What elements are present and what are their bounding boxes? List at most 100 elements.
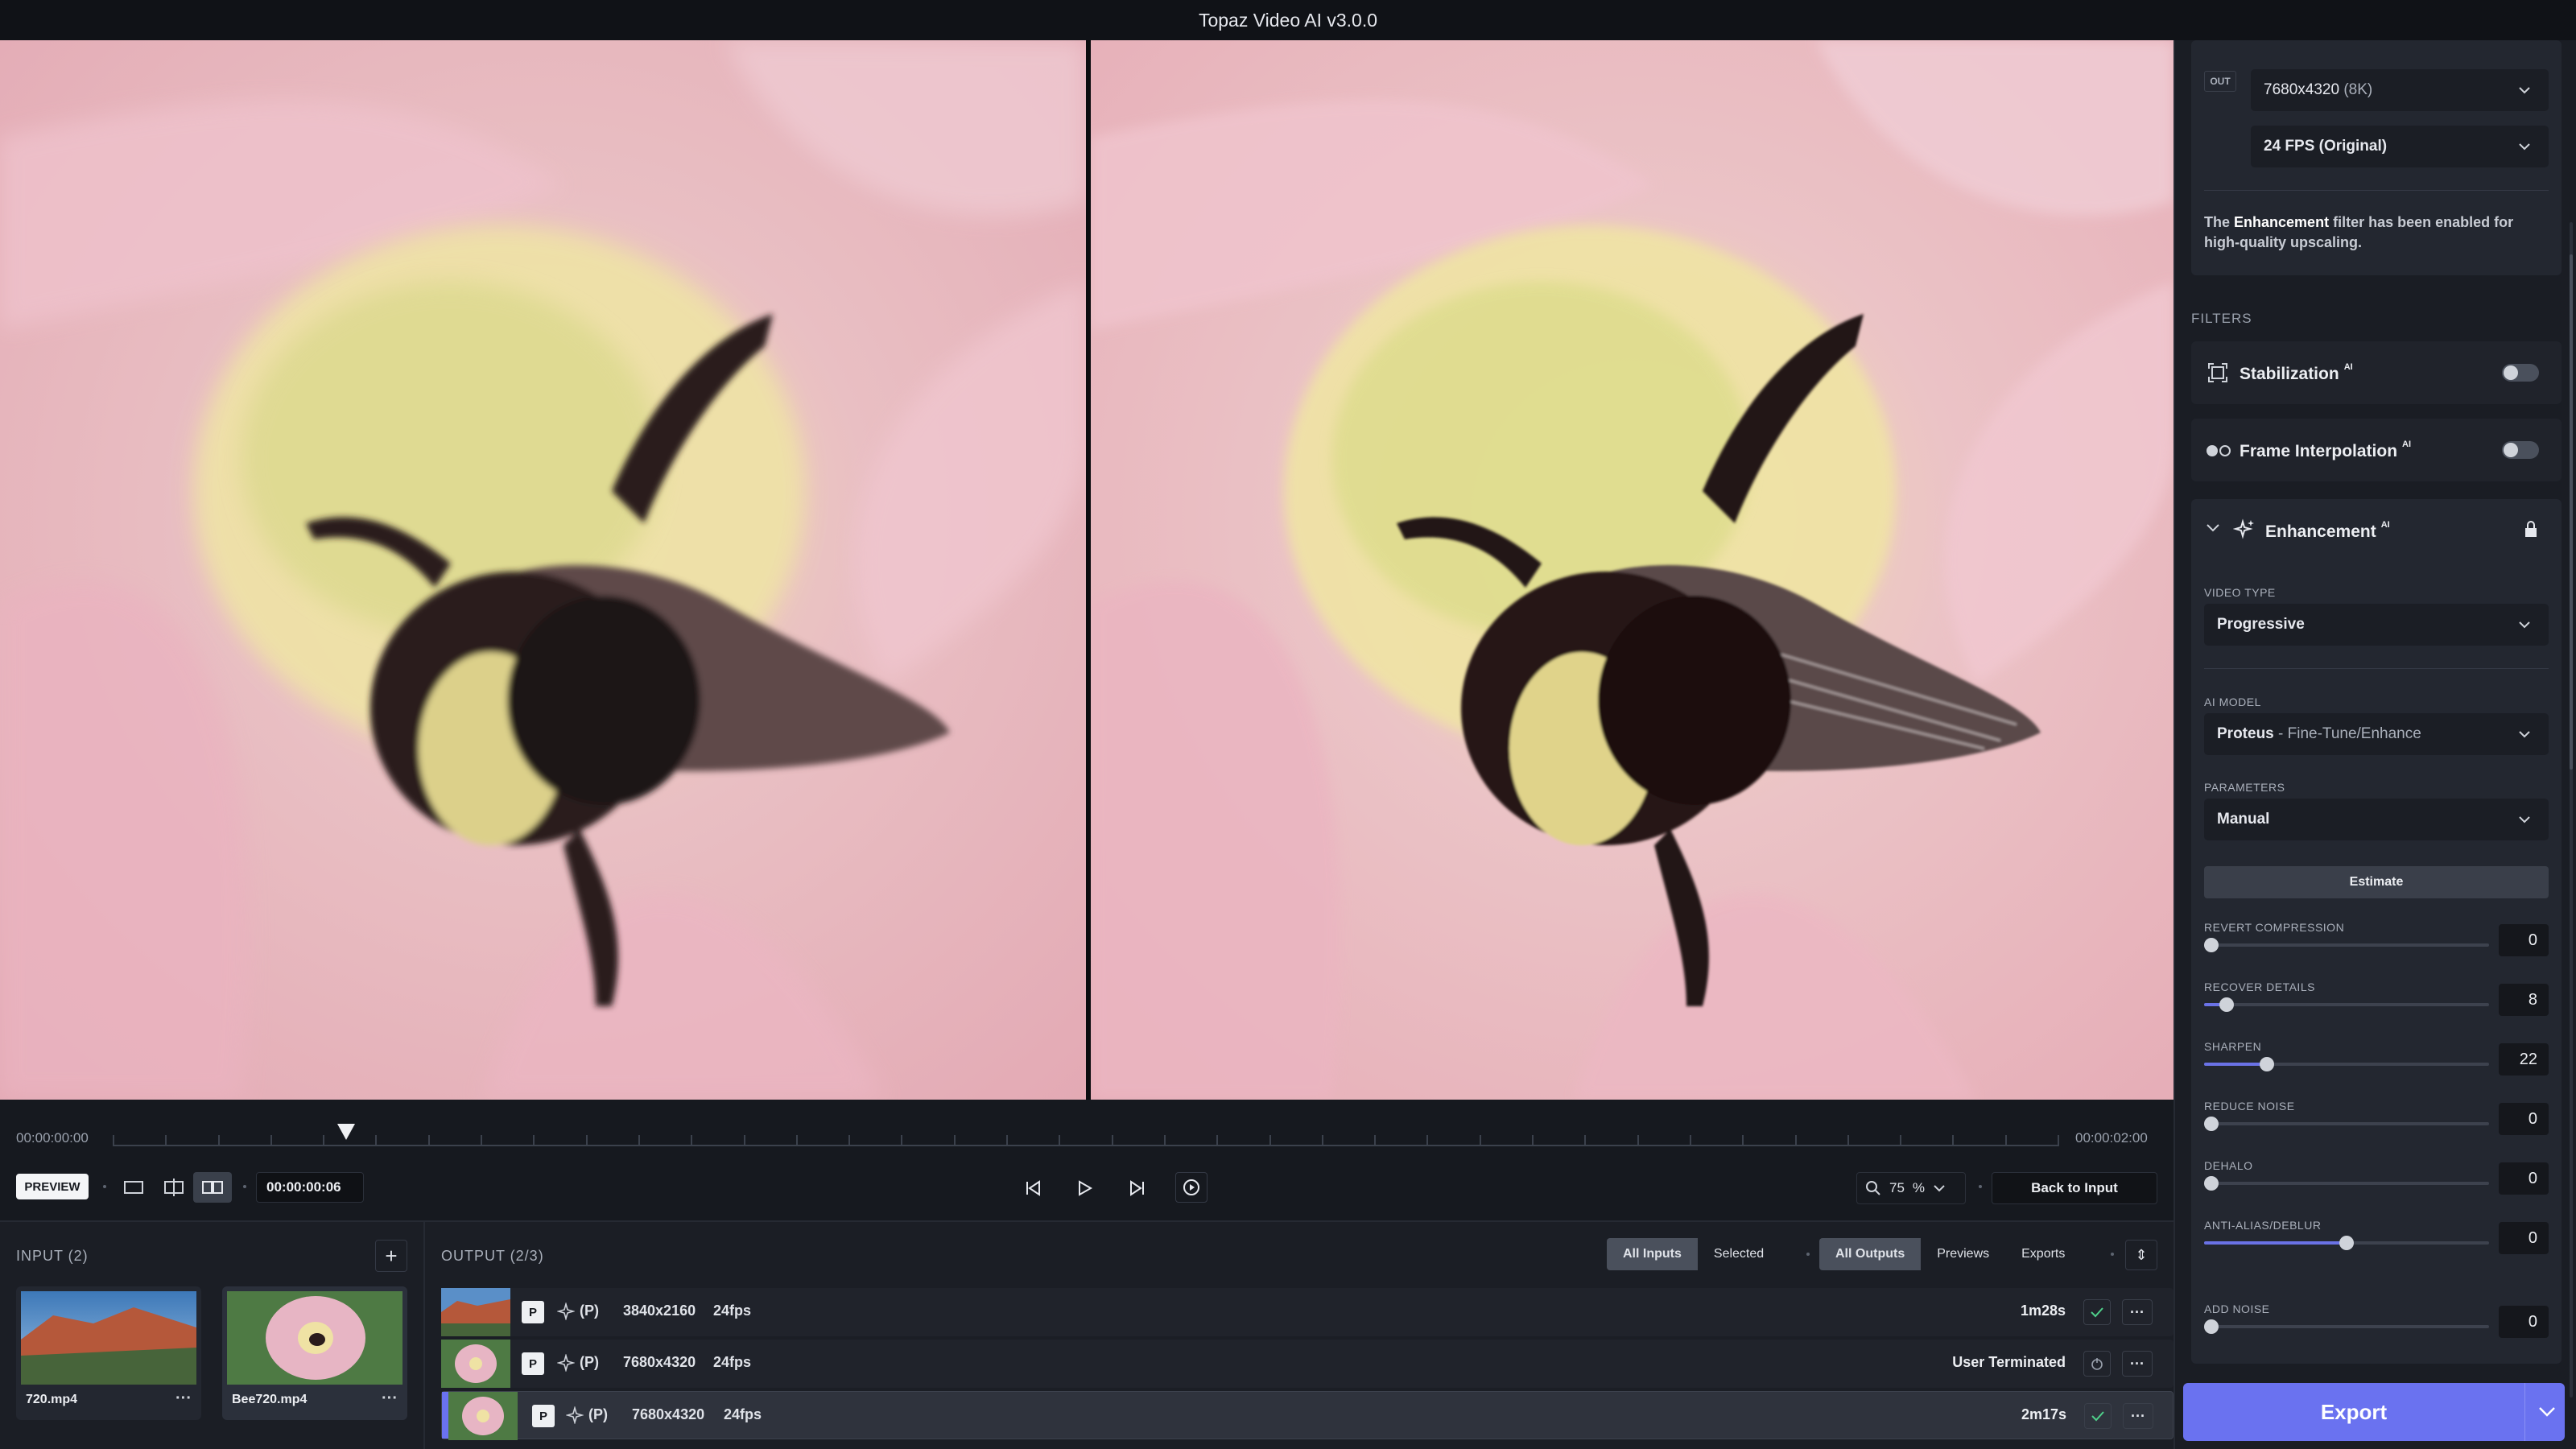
enhancement-card: Enhancement AI VIDEO TYPE Progressive AI … (2191, 499, 2562, 1364)
input-item-more-button[interactable]: ··· (382, 1389, 398, 1408)
output-more-button[interactable]: ··· (2123, 1403, 2153, 1429)
lock-icon[interactable] (2523, 520, 2539, 538)
output-more-button[interactable]: ··· (2122, 1299, 2153, 1325)
input-header: INPUT (2) (16, 1248, 89, 1264)
filter-selected[interactable]: Selected (1698, 1238, 1780, 1270)
timeline-tick (375, 1135, 377, 1146)
chevron-down-icon (1934, 1185, 1945, 1192)
slider-label: RECOVER DETAILS (2204, 980, 2315, 993)
output-thumbnail (448, 1392, 518, 1440)
filter-name: Frame Interpolation AI (2240, 440, 2412, 460)
frame-interpolation-toggle[interactable] (2502, 441, 2539, 459)
filter-previews[interactable]: Previews (1921, 1238, 2005, 1270)
estimate-button[interactable]: Estimate (2204, 866, 2549, 898)
fps-value: 24 FPS (Original) (2264, 138, 2388, 155)
slider-value-input[interactable]: 0 (2499, 1162, 2549, 1195)
slider-thumb[interactable] (2339, 1236, 2354, 1250)
input-thumbnail (227, 1291, 402, 1385)
slider-value-input[interactable]: 22 (2499, 1043, 2549, 1075)
timeline-tick (1584, 1135, 1586, 1146)
single-view-button[interactable] (114, 1172, 153, 1203)
slider-thumb[interactable] (2204, 938, 2219, 952)
output-settings-card: OUT 7680x4320 (8K) 24 FPS (Original) The… (2191, 40, 2562, 275)
preview-render-button[interactable] (1175, 1172, 1208, 1203)
filter-exports[interactable]: Exports (2005, 1238, 2081, 1270)
resolution-select[interactable]: 7680x4320 (8K) (2251, 69, 2549, 111)
slider-track[interactable] (2204, 938, 2489, 952)
filter-all-outputs[interactable]: All Outputs (1819, 1238, 1922, 1270)
play-button[interactable] (1067, 1172, 1101, 1204)
timeline-tick (1374, 1135, 1376, 1146)
video-type-select[interactable]: Progressive (2204, 604, 2549, 646)
output-mode: (P) (580, 1354, 599, 1370)
next-frame-button[interactable] (1121, 1172, 1154, 1204)
timeline: 00:00:00:00 00:00:02:00 PREVIEW 00:00:00… (0, 1100, 2174, 1220)
slider-value-input[interactable]: 8 (2499, 984, 2549, 1016)
slider-track[interactable] (2204, 997, 2489, 1012)
slider-track[interactable] (2204, 1319, 2489, 1334)
zoom-select[interactable]: 75 % (1856, 1172, 1966, 1204)
scrollbar-thumb[interactable] (2570, 254, 2573, 770)
split-view-button[interactable] (155, 1172, 193, 1203)
output-more-button[interactable]: ··· (2122, 1351, 2153, 1377)
playhead[interactable] (337, 1124, 355, 1140)
slider-value-input[interactable]: 0 (2499, 1103, 2549, 1135)
slider-thumb[interactable] (2204, 1117, 2219, 1131)
filter-stabilization[interactable]: Stabilization AI (2191, 341, 2562, 404)
slider-thumb[interactable] (2219, 997, 2234, 1012)
ai-model-label: AI MODEL (2204, 696, 2261, 708)
output-preview-pane[interactable] (1091, 40, 2174, 1100)
preview-viewer[interactable] (0, 40, 2174, 1100)
slider-track[interactable] (2204, 1117, 2489, 1131)
parameters-select[interactable]: Manual (2204, 799, 2549, 840)
output-row-selected[interactable]: P (P) 7680x4320 24fps 2m17s ··· (441, 1391, 2174, 1440)
slider-label: ADD NOISE (2204, 1302, 2270, 1315)
output-row[interactable]: P (P) 3840x2160 24fps 1m28s ··· (441, 1288, 2174, 1336)
previous-frame-button[interactable] (1016, 1172, 1050, 1204)
timeline-tick (1637, 1135, 1639, 1146)
filters-label: FILTERS (2191, 311, 2252, 326)
ai-model-select[interactable]: Proteus - Fine-Tune/Enhance (2204, 713, 2549, 755)
slider-thumb[interactable] (2204, 1319, 2219, 1334)
input-frame-image (0, 40, 1086, 1100)
current-timecode[interactable]: 00:00:00:06 (256, 1172, 364, 1203)
output-row[interactable]: P (P) 7680x4320 24fps User Terminated ··… (441, 1340, 2174, 1388)
fps-select[interactable]: 24 FPS (Original) (2251, 126, 2549, 167)
input-item[interactable]: Bee720.mp4 ··· (222, 1286, 407, 1420)
slider-track[interactable] (2204, 1176, 2489, 1191)
video-type-label: VIDEO TYPE (2204, 586, 2276, 599)
preview-button[interactable]: PREVIEW (16, 1174, 89, 1199)
slider-thumb[interactable] (2204, 1176, 2219, 1191)
separator-dot (2111, 1253, 2114, 1256)
slider-value-input[interactable]: 0 (2499, 1222, 2549, 1254)
completed-status (2084, 1403, 2112, 1429)
slider-value-input[interactable]: 0 (2499, 924, 2549, 956)
filter-all-inputs[interactable]: All Inputs (1607, 1238, 1698, 1270)
parameters-label: PARAMETERS (2204, 781, 2285, 794)
stabilization-toggle[interactable] (2502, 364, 2539, 382)
slider-label: SHARPEN (2204, 1040, 2262, 1053)
preview-badge: P (522, 1301, 544, 1323)
back-to-input-button[interactable]: Back to Input (1992, 1172, 2157, 1204)
chevron-down-icon (2519, 87, 2530, 94)
timeline-tick (691, 1135, 692, 1146)
input-preview-pane[interactable] (0, 40, 1086, 1100)
sort-button[interactable]: ⇕ (2125, 1240, 2157, 1270)
add-input-button[interactable]: + (375, 1240, 407, 1272)
slider-track[interactable] (2204, 1236, 2489, 1250)
filter-frame-interpolation[interactable]: Frame Interpolation AI (2191, 419, 2562, 481)
slider-label: REDUCE NOISE (2204, 1100, 2295, 1113)
side-by-side-view-button[interactable] (193, 1172, 232, 1203)
app-title: Topaz Video AI v3.0.0 (1198, 9, 1378, 31)
slider-track[interactable] (2204, 1057, 2489, 1071)
export-button[interactable]: Export (2183, 1383, 2565, 1441)
input-item[interactable]: 720.mp4 ··· (16, 1286, 201, 1420)
sidebar-scrollbar[interactable] (2570, 222, 2573, 1397)
chevron-down-icon[interactable] (2206, 523, 2220, 533)
input-item-more-button[interactable]: ··· (175, 1389, 192, 1408)
slider-thumb[interactable] (2260, 1057, 2274, 1071)
chevron-down-icon[interactable] (2538, 1406, 2556, 1418)
slider-value-input[interactable]: 0 (2499, 1306, 2549, 1338)
export-label: Export (2320, 1399, 2388, 1424)
timeline-scrubber[interactable] (113, 1145, 2058, 1146)
